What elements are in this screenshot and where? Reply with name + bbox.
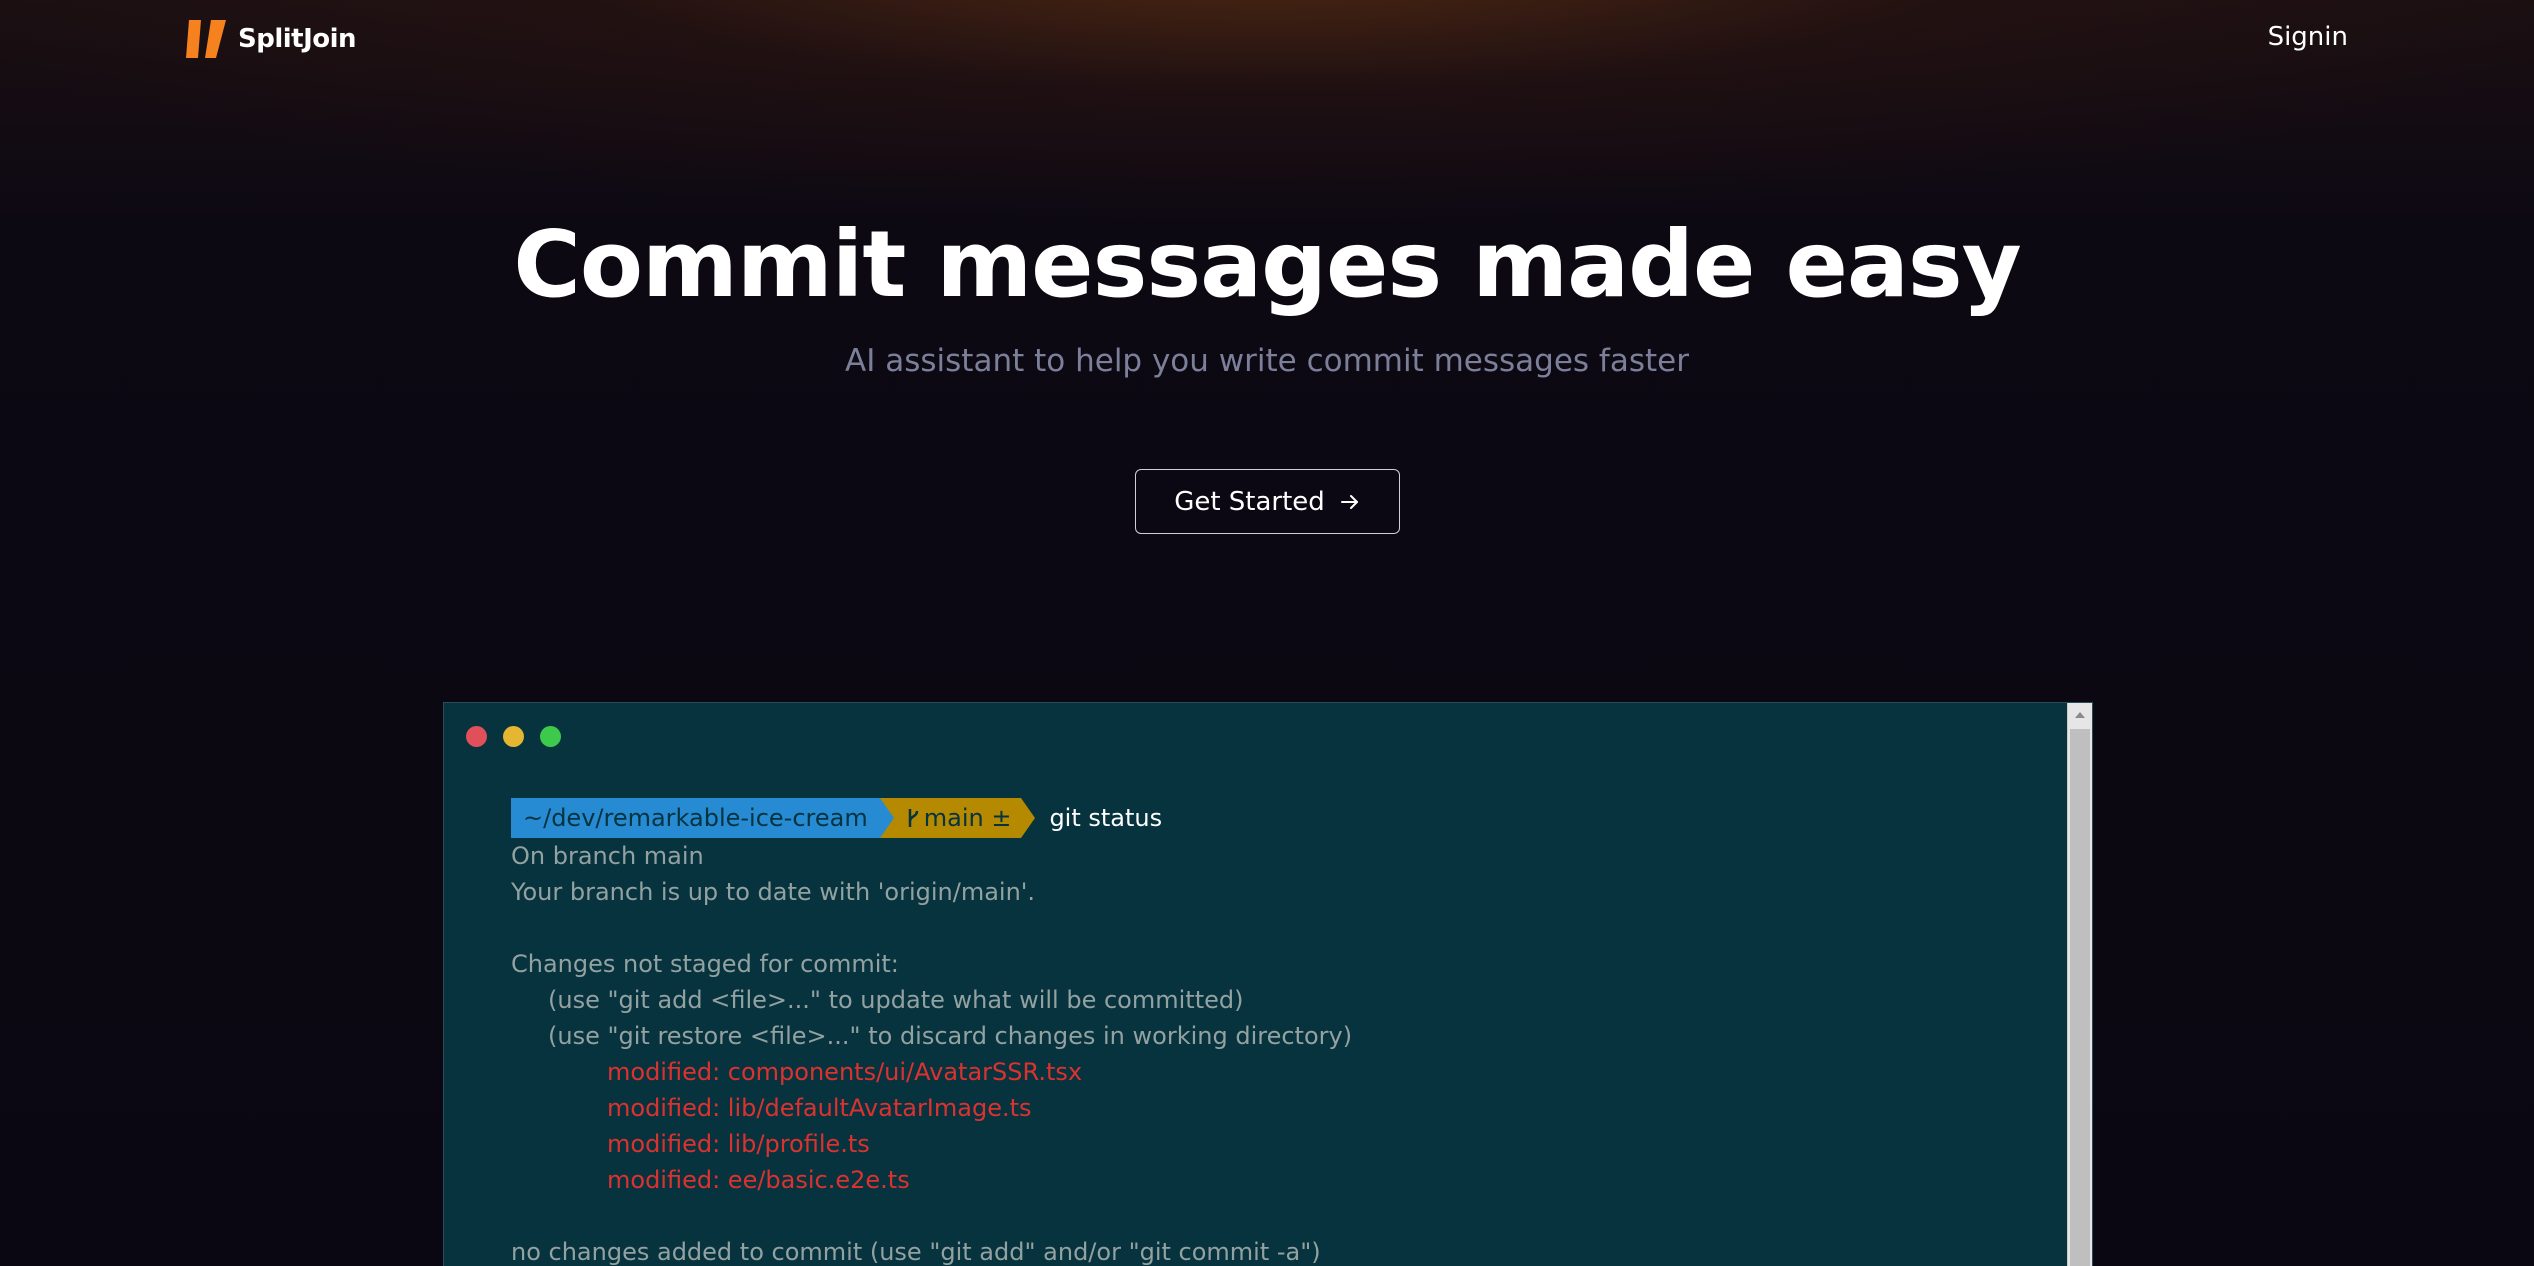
modified-file-line: modified: ee/basic.e2e.ts	[607, 1166, 910, 1194]
minimize-window-dot[interactable]	[503, 726, 524, 747]
modified-file-line: modified: components/ui/AvatarSSR.tsx	[607, 1058, 1083, 1086]
terminal-line: Changes not staged for commit:	[511, 950, 899, 978]
signin-link[interactable]: Signin	[2268, 22, 2348, 52]
brand-logo[interactable]: SplitJoin	[186, 20, 357, 58]
prompt-branch-segment: main ±	[879, 798, 1036, 838]
close-window-dot[interactable]	[466, 726, 487, 747]
brand-name: SplitJoin	[238, 24, 357, 54]
terminal-prompt: ~/dev/remarkable-ice-cream main ± git st…	[511, 798, 2052, 838]
terminal-line: no changes added to commit (use "git add…	[511, 1238, 1321, 1266]
get-started-button[interactable]: Get Started	[1135, 469, 1400, 534]
scrollbar-thumb[interactable]	[2070, 729, 2090, 1266]
prompt-path: ~/dev/remarkable-ice-cream	[511, 798, 894, 838]
terminal-window: ~/dev/remarkable-ice-cream main ± git st…	[443, 702, 2093, 1266]
get-started-label: Get Started	[1174, 486, 1325, 517]
window-controls	[466, 726, 561, 747]
prompt-branch: main ±	[923, 804, 1012, 832]
modified-file-line: modified: lib/profile.ts	[607, 1130, 870, 1158]
terminal-line: (use "git restore <file>..." to discard …	[548, 1022, 1353, 1050]
page: SplitJoin Signin Commit messages made ea…	[0, 0, 2534, 1266]
modified-file-line: modified: lib/defaultAvatarImage.ts	[607, 1094, 1032, 1122]
terminal-scrollbar[interactable]	[2067, 703, 2092, 1266]
scroll-up-arrow-icon	[2075, 712, 2085, 718]
git-branch-icon	[908, 809, 918, 827]
terminal-output: ~/dev/remarkable-ice-cream main ± git st…	[511, 798, 2052, 1266]
hero-title: Commit messages made easy	[513, 211, 2021, 318]
terminal-line: (use "git add <file>..." to update what …	[548, 986, 1244, 1014]
hero-subtitle: AI assistant to help you write commit me…	[845, 343, 1689, 379]
scroll-up-button[interactable]	[2068, 703, 2092, 727]
maximize-window-dot[interactable]	[540, 726, 561, 747]
prompt-command: git status	[1049, 804, 1163, 832]
terminal-line: Your branch is up to date with 'origin/m…	[511, 878, 1036, 906]
arrow-right-icon	[1340, 494, 1358, 509]
terminal-line: On branch main	[511, 842, 704, 870]
splitjoin-logo-icon	[186, 20, 226, 58]
